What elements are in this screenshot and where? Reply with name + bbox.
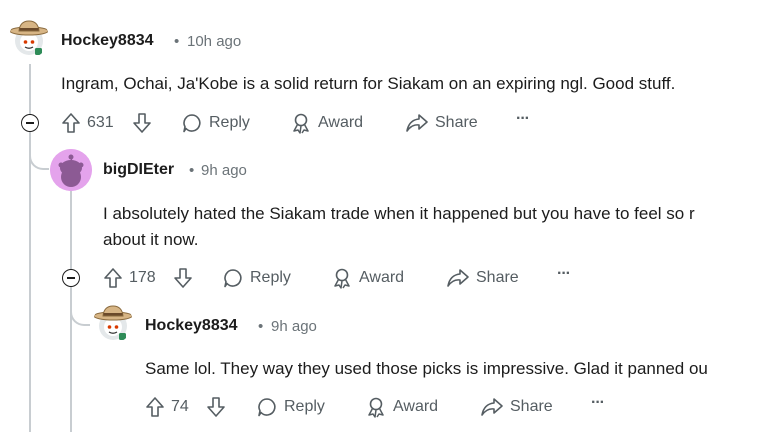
- upvote-button[interactable]: 631: [61, 112, 114, 134]
- share-label: Share: [435, 114, 478, 131]
- comment-author[interactable]: Hockey8834: [145, 317, 238, 335]
- cowboy-snoo-avatar-icon: [9, 20, 49, 55]
- downvote-button[interactable]: [132, 112, 152, 134]
- comment-body-line: about it now.: [103, 230, 199, 249]
- reply-button[interactable]: Reply: [256, 396, 325, 418]
- share-button[interactable]: Share: [446, 267, 519, 289]
- more-options-icon: ···: [516, 110, 530, 127]
- reply-label: Reply: [250, 269, 291, 286]
- meta-separator: •: [189, 162, 195, 179]
- award-ribbon-icon: [368, 397, 384, 418]
- vote-score: 74: [171, 398, 189, 415]
- award-ribbon-icon: [293, 113, 309, 134]
- more-options-icon: ···: [591, 394, 605, 411]
- vote-score: 631: [87, 114, 114, 131]
- more-options-button[interactable]: ···: [591, 394, 605, 412]
- cowboy-snoo-avatar-icon: [93, 305, 133, 340]
- award-label: Award: [393, 398, 439, 415]
- more-options-button[interactable]: ···: [516, 110, 530, 128]
- reply-button[interactable]: Reply: [222, 267, 291, 289]
- avatar[interactable]: [93, 303, 133, 343]
- comment-author[interactable]: Hockey8834: [61, 32, 154, 50]
- share-label: Share: [510, 398, 553, 415]
- downvote-arrow-icon: [133, 113, 151, 133]
- award-button[interactable]: Award: [331, 267, 404, 289]
- award-button[interactable]: Award: [365, 396, 438, 418]
- vote-score: 178: [129, 269, 156, 286]
- meta-separator: •: [258, 318, 264, 335]
- comment-body-line: I absolutely hated the Siakam trade when…: [103, 204, 695, 223]
- downvote-button[interactable]: [206, 396, 226, 418]
- avatar[interactable]: [50, 149, 92, 191]
- reply-label: Reply: [209, 114, 250, 131]
- avatar[interactable]: [9, 18, 49, 58]
- upvote-button[interactable]: 74: [145, 396, 189, 418]
- share-arrow-icon: [447, 269, 469, 287]
- thread-elbow-reply-1: [29, 132, 49, 170]
- upvote-arrow-icon: [104, 268, 122, 288]
- award-button[interactable]: Award: [290, 112, 363, 134]
- share-arrow-icon: [406, 114, 428, 132]
- collapse-thread-button[interactable]: [62, 269, 80, 287]
- comment-author[interactable]: bigDIEter: [103, 161, 174, 179]
- speech-bubble-icon: [224, 269, 242, 288]
- speech-bubble-icon: [183, 114, 201, 133]
- share-arrow-icon: [481, 398, 503, 416]
- collapse-thread-button[interactable]: [21, 114, 39, 132]
- reply-label: Reply: [284, 398, 325, 415]
- share-button[interactable]: Share: [480, 396, 553, 418]
- reply-button[interactable]: Reply: [181, 112, 250, 134]
- upvote-arrow-icon: [62, 113, 80, 133]
- comment-timestamp: 9h ago: [201, 162, 247, 179]
- comment-body: Same lol. They way they used those picks…: [145, 359, 708, 378]
- meta-separator: •: [174, 33, 180, 50]
- comment-timestamp: 10h ago: [187, 33, 242, 50]
- comment-timestamp: 9h ago: [271, 318, 317, 335]
- thread-elbow-reply-2: [70, 287, 90, 326]
- award-label: Award: [359, 269, 405, 286]
- speech-bubble-icon: [258, 398, 276, 417]
- share-label: Share: [476, 269, 519, 286]
- downvote-button[interactable]: [173, 267, 193, 289]
- upvote-button[interactable]: 178: [103, 267, 156, 289]
- share-button[interactable]: Share: [405, 112, 478, 134]
- downvote-arrow-icon: [174, 268, 192, 288]
- upvote-arrow-icon: [146, 397, 164, 417]
- more-options-icon: ···: [557, 265, 571, 282]
- award-ribbon-icon: [334, 268, 350, 289]
- comment-body: Ingram, Ochai, Ja'Kobe is a solid return…: [61, 74, 676, 93]
- snoo-avatar-icon: [50, 149, 92, 191]
- more-options-button[interactable]: ···: [557, 265, 571, 283]
- downvote-arrow-icon: [207, 397, 225, 417]
- award-label: Award: [318, 114, 364, 131]
